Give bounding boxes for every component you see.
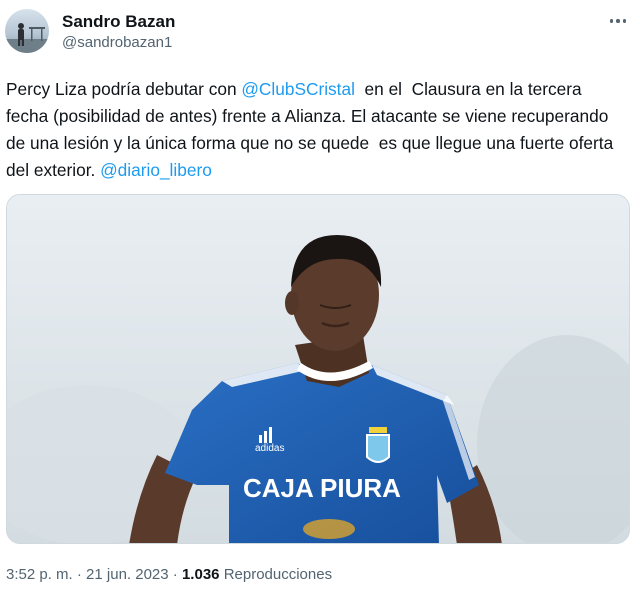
football-player-photo: adidas CAJA PIURA bbox=[7, 195, 629, 543]
author-display-name[interactable]: Sandro Bazan bbox=[62, 12, 175, 32]
jersey-brand-text: adidas bbox=[255, 443, 284, 454]
more-options-icon[interactable] bbox=[604, 10, 632, 32]
tweet-media-photo[interactable]: adidas CAJA PIURA bbox=[6, 194, 630, 544]
avatar-photo bbox=[5, 23, 49, 53]
tweet-meta: 3:52 p. m. · 21 jun. 2023 · 1.036 Reprod… bbox=[6, 566, 332, 583]
tweet-text: Percy Liza podría debutar con @ClubSCris… bbox=[6, 76, 626, 184]
mention-link-diario-libero[interactable]: @diario_libero bbox=[100, 160, 212, 180]
tweet-text-segment: Percy Liza podría debutar con bbox=[6, 79, 242, 99]
tweet-time[interactable]: 3:52 p. m. bbox=[6, 566, 73, 583]
jersey-sponsor-text: CAJA PIURA bbox=[243, 473, 401, 503]
tweet-header: Sandro Bazan @sandrobazan1 bbox=[0, 0, 640, 62]
mention-link-clubscristal[interactable]: @ClubSCristal bbox=[241, 79, 355, 99]
tweet-date[interactable]: 21 jun. 2023 bbox=[86, 566, 169, 583]
views-count: 1.036 bbox=[181, 566, 220, 583]
views-label: Reproducciones bbox=[223, 566, 333, 583]
avatar[interactable] bbox=[5, 9, 49, 53]
author-handle[interactable]: @sandrobazan1 bbox=[62, 34, 172, 51]
meta-separator: · bbox=[72, 566, 87, 583]
meta-separator: · bbox=[168, 566, 182, 583]
